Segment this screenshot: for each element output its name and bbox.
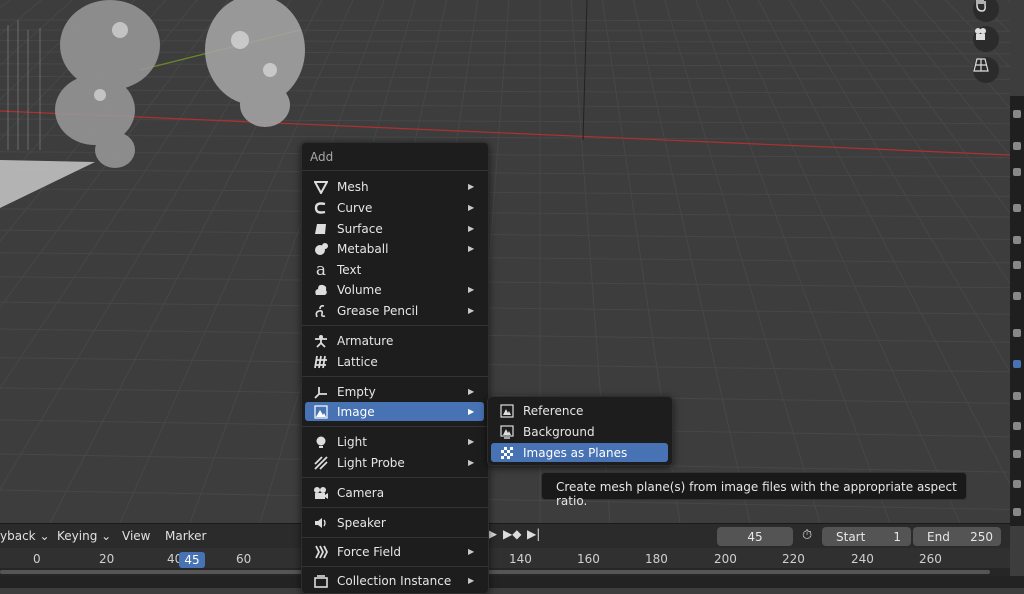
menu-item-volume[interactable]: Volume ▶ bbox=[305, 280, 484, 299]
menu-item-collection-instance[interactable]: Collection Instance ▶ bbox=[305, 571, 484, 590]
ruler-tick: 140 bbox=[509, 552, 532, 566]
submenu-arrow-icon: ▶ bbox=[468, 547, 475, 556]
volume-icon bbox=[312, 282, 330, 298]
reference-image-icon bbox=[498, 403, 516, 419]
menu-item-metaball[interactable]: Metaball ▶ bbox=[305, 239, 484, 258]
camera-view-icon[interactable] bbox=[973, 26, 999, 52]
properties-toolbar-strip bbox=[1010, 96, 1024, 526]
force-field-icon bbox=[312, 544, 330, 560]
menu-item-text[interactable]: a Text bbox=[305, 259, 484, 280]
menu-item-speaker[interactable]: Speaker bbox=[305, 513, 484, 532]
x-axis-line bbox=[0, 110, 1010, 156]
collection-icon bbox=[312, 573, 330, 589]
speaker-icon bbox=[312, 515, 330, 531]
submenu-arrow-icon: ▶ bbox=[468, 244, 475, 253]
lattice-icon bbox=[312, 354, 330, 370]
playback-menu[interactable]: yback ⌄ bbox=[0, 529, 50, 543]
jump-end-icon[interactable]: ▶| bbox=[527, 527, 540, 541]
ruler-tick: 60 bbox=[236, 552, 252, 566]
submenu-arrow-icon: ▶ bbox=[468, 407, 475, 416]
light-probe-icon bbox=[312, 455, 330, 471]
submenu-arrow-icon: ▶ bbox=[468, 203, 475, 212]
menu-item-empty[interactable]: Empty ▶ bbox=[305, 382, 484, 401]
ruler-tick: 220 bbox=[782, 552, 805, 566]
submenu-arrow-icon: ▶ bbox=[468, 224, 475, 233]
current-frame-indicator[interactable]: 45 bbox=[179, 552, 205, 568]
image-submenu: Reference Background Images as Planes bbox=[487, 396, 673, 466]
submenu-arrow-icon: ▶ bbox=[468, 182, 475, 191]
status-bar bbox=[0, 576, 1024, 588]
perspective-grid-icon[interactable] bbox=[973, 57, 999, 83]
ruler-tick: 240 bbox=[851, 552, 874, 566]
surface-icon bbox=[312, 221, 330, 237]
submenu-item-images-as-planes[interactable]: Images as Planes bbox=[491, 443, 668, 462]
foliage-left bbox=[55, 0, 160, 168]
curve-icon bbox=[312, 200, 330, 216]
menu-title: Add bbox=[310, 150, 334, 164]
current-frame-field[interactable]: 45 bbox=[717, 527, 793, 546]
images-as-planes-icon bbox=[498, 445, 516, 461]
ruler-tick: 200 bbox=[714, 552, 737, 566]
keying-menu[interactable]: Keying ⌄ bbox=[57, 529, 111, 543]
submenu-item-background[interactable]: Background bbox=[491, 422, 668, 441]
image-icon bbox=[312, 404, 330, 420]
timeline-ruler[interactable]: 0 20 40 60 140 160 180 200 220 240 260 bbox=[0, 548, 1010, 568]
menu-item-light-probe[interactable]: Light Probe ▶ bbox=[305, 453, 484, 472]
mesh-icon bbox=[312, 179, 330, 195]
submenu-arrow-icon: ▶ bbox=[468, 387, 475, 396]
submenu-arrow-icon: ▶ bbox=[468, 458, 475, 467]
ruler-tick: 180 bbox=[645, 552, 668, 566]
marker-menu[interactable]: Marker bbox=[165, 529, 206, 543]
start-frame-field[interactable]: Start 1 bbox=[822, 527, 911, 546]
menu-item-light[interactable]: Light ▶ bbox=[305, 432, 484, 451]
ruler-tick: 20 bbox=[99, 552, 115, 566]
ruler-tick: 160 bbox=[577, 552, 600, 566]
menu-item-grease-pencil[interactable]: Grease Pencil ▶ bbox=[305, 301, 484, 320]
timeline-header: yback ⌄ Keying ⌄ View Marker ▶ ▶◆ ▶| 45 … bbox=[0, 523, 1010, 549]
add-menu: Add Mesh ▶ Curve ▶ Surface ▶ Metaball ▶ … bbox=[301, 142, 489, 594]
ruler-tick: 0 bbox=[33, 552, 41, 566]
menu-item-surface[interactable]: Surface ▶ bbox=[305, 219, 484, 238]
object-line bbox=[582, 0, 588, 141]
metaball-icon bbox=[312, 241, 330, 257]
menu-item-force-field[interactable]: Force Field ▶ bbox=[305, 542, 484, 561]
stopwatch-icon[interactable]: ⏱ bbox=[802, 528, 812, 543]
tooltip: Create mesh plane(s) from image files wi… bbox=[541, 472, 967, 508]
empty-icon bbox=[312, 384, 330, 400]
timeline-scrollbar[interactable] bbox=[0, 568, 1010, 576]
background-image-icon bbox=[498, 424, 516, 440]
foliage-right bbox=[205, 0, 305, 127]
menu-item-curve[interactable]: Curve ▶ bbox=[305, 198, 484, 217]
menu-item-lattice[interactable]: Lattice bbox=[305, 352, 484, 371]
armature-icon bbox=[312, 333, 330, 349]
submenu-arrow-icon: ▶ bbox=[468, 306, 475, 315]
menu-item-image[interactable]: Image ▶ bbox=[305, 402, 484, 421]
submenu-item-reference[interactable]: Reference bbox=[491, 401, 668, 420]
end-frame-field[interactable]: End 250 bbox=[913, 527, 1001, 546]
menu-item-armature[interactable]: Armature bbox=[305, 331, 484, 350]
light-icon bbox=[312, 434, 330, 450]
camera-icon bbox=[312, 485, 330, 501]
grease-pencil-icon bbox=[312, 303, 330, 319]
ruler-tick: 260 bbox=[919, 552, 942, 566]
submenu-arrow-icon: ▶ bbox=[468, 437, 475, 446]
view-menu[interactable]: View bbox=[122, 529, 150, 543]
menu-item-camera[interactable]: Camera bbox=[305, 483, 484, 502]
jump-next-keyframe-icon[interactable]: ▶◆ bbox=[503, 527, 521, 541]
text-icon: a bbox=[315, 259, 327, 280]
menu-item-mesh[interactable]: Mesh ▶ bbox=[305, 177, 484, 196]
submenu-arrow-icon: ▶ bbox=[468, 285, 475, 294]
submenu-arrow-icon: ▶ bbox=[468, 576, 475, 585]
plane-object bbox=[0, 160, 95, 208]
